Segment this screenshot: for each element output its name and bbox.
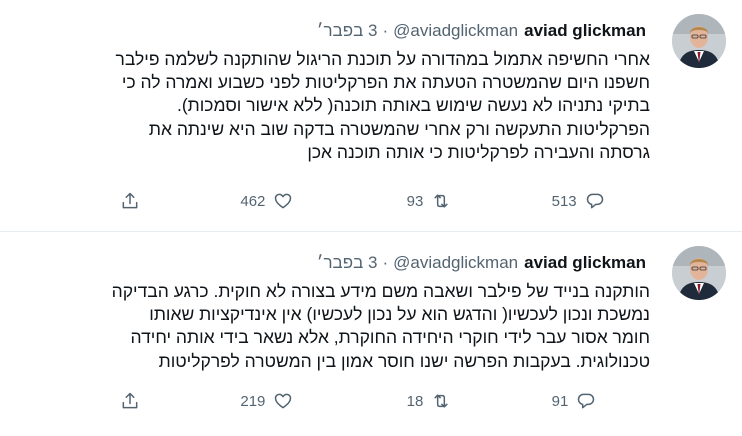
retweet-button[interactable]: 93 (391, 191, 544, 211)
reply-count: 513 (551, 192, 577, 210)
tweet-2[interactable]: aviad glickman @aviadglickman · 3 בפבר׳ … (0, 232, 742, 436)
reply-button[interactable]: 91 (544, 391, 640, 411)
retweet-button[interactable]: 18 (391, 391, 544, 411)
retweet-icon (434, 394, 448, 408)
tweet-header: aviad glickman @aviadglickman · 3 בפבר׳ (317, 252, 646, 274)
share-icon (122, 192, 138, 209)
tweet-text-line: גרסתה והעבירה לפרקליטות כי אותה תוכנה אכ… (307, 141, 650, 162)
share-icon (122, 392, 138, 409)
avatar[interactable] (672, 246, 726, 300)
tweet-text-line: נמשכת ונכון לעכשיו( והדגש הוא על נכון לע… (149, 304, 650, 325)
author-handle[interactable]: @aviadglickman (393, 21, 518, 41)
like-button[interactable]: 219 (208, 391, 390, 411)
tweet-text-line: הותקנה בנייד של פילבר ושאבה משם מידע בצו… (111, 281, 650, 301)
reply-icon (586, 193, 603, 209)
tweet-text-line: טכנולוגית. בעקבות הפרשה ישנו חוסר אמון ב… (158, 350, 650, 371)
like-count: 462 (240, 192, 266, 210)
tweet-1[interactable]: aviad glickman @aviadglickman · 3 בפבר׳ … (0, 0, 742, 232)
tweet-text: אחרי החשיפה אתמול במהדורה על תוכנת הריגו… (10, 48, 650, 164)
tweet-text-line: חומר אסור עבר לידי חוקרי היחידה החוקרת, … (130, 327, 650, 348)
timestamp[interactable]: 3 בפבר׳ (317, 253, 378, 273)
tweet-text-line: בתיקי נתניהו לא נעשה שימוש באותה תוכנה( … (176, 95, 650, 116)
retweet-count: 93 (406, 192, 424, 210)
author-name[interactable]: aviad glickman (524, 253, 646, 273)
tweet-text-line: חשפנו היום שהמשטרה הטעתה את הפרקליטות לפ… (121, 72, 650, 93)
reply-button[interactable]: 513 (544, 191, 640, 211)
separator-dot: · (382, 253, 389, 272)
like-icon (275, 193, 292, 209)
reply-icon (578, 393, 595, 409)
timestamp[interactable]: 3 בפבר׳ (317, 21, 378, 41)
separator-dot: · (382, 21, 389, 40)
avatar[interactable] (672, 14, 726, 68)
like-button[interactable]: 462 (208, 191, 390, 211)
tweet-header: aviad glickman @aviadglickman · 3 בפבר׳ (317, 20, 646, 42)
tweet-actions: 219 18 91 (110, 389, 640, 413)
like-count: 219 (240, 392, 266, 410)
tweet-actions: 462 93 513 (110, 189, 640, 213)
tweet-text: הותקנה בנייד של פילבר ושאבה משם מידע בצו… (10, 280, 650, 373)
retweet-icon (434, 194, 448, 208)
share-button[interactable] (120, 391, 208, 411)
like-icon (275, 393, 292, 409)
share-button[interactable] (120, 191, 208, 211)
retweet-count: 18 (406, 392, 424, 410)
reply-count: 91 (551, 392, 569, 410)
tweet-text-line: הפרקליטות התעקשה ורק אחרי שהמשטרה בדקה ש… (148, 118, 650, 139)
author-name[interactable]: aviad glickman (524, 21, 646, 41)
author-handle[interactable]: @aviadglickman (393, 253, 518, 273)
tweet-text-line: אחרי החשיפה אתמול במהדורה על תוכנת הריגו… (115, 49, 650, 69)
